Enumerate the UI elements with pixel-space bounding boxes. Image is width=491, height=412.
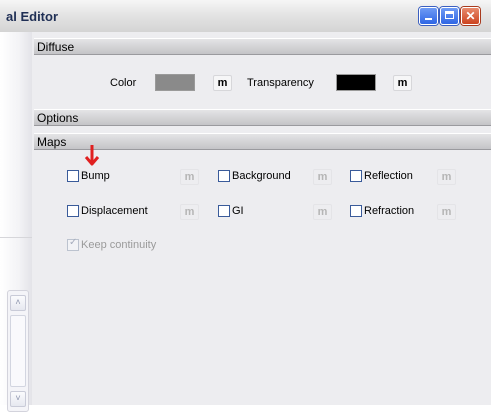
section-header-diffuse[interactable]: Diffuse: [34, 38, 491, 55]
background-checkbox[interactable]: [218, 170, 230, 182]
side-scrollbar[interactable]: ˄ ˅: [7, 290, 29, 412]
bump-checkbox[interactable]: [67, 170, 79, 182]
background-map-button[interactable]: m: [313, 169, 332, 185]
section-header-maps[interactable]: Maps: [34, 133, 491, 150]
close-button[interactable]: ✕: [461, 7, 480, 25]
gi-checkbox[interactable]: [218, 205, 230, 217]
minimize-button[interactable]: [419, 7, 438, 25]
scroll-thumb[interactable]: [10, 315, 26, 387]
color-swatch[interactable]: [155, 74, 195, 91]
refraction-map-button[interactable]: m: [437, 204, 456, 220]
displacement-map-button[interactable]: m: [180, 204, 199, 220]
background-label: Background: [232, 170, 291, 182]
keep-continuity-label: Keep continuity: [81, 239, 157, 251]
color-map-button[interactable]: m: [213, 75, 232, 91]
refraction-checkbox[interactable]: [350, 205, 362, 217]
close-icon: ✕: [465, 9, 476, 23]
left-side-panel: ˄ ˅: [0, 32, 33, 412]
window-title: al Editor: [6, 9, 59, 24]
maximize-button[interactable]: [440, 7, 459, 25]
reflection-label: Reflection: [364, 170, 413, 182]
scroll-up-arrow-icon[interactable]: ˄: [10, 295, 26, 311]
material-editor-panel: Diffuse Color m Transparency m Options M…: [32, 32, 491, 405]
reflection-map-button[interactable]: m: [437, 169, 456, 185]
displacement-label: Displacement: [81, 205, 148, 217]
side-divider: [0, 237, 32, 238]
transparency-label: Transparency: [247, 77, 314, 89]
title-bar: al Editor ✕: [0, 0, 491, 32]
minimize-icon: [425, 18, 432, 20]
red-down-arrow-icon: [84, 145, 100, 166]
gi-map-button[interactable]: m: [313, 204, 332, 220]
transparency-swatch[interactable]: [336, 74, 376, 91]
keep-continuity-checkbox[interactable]: [67, 237, 79, 251]
refraction-label: Refraction: [364, 205, 415, 217]
color-label: Color: [110, 77, 137, 89]
maximize-icon: [445, 11, 454, 19]
bump-map-button[interactable]: m: [180, 169, 199, 185]
transparency-map-button[interactable]: m: [393, 75, 412, 91]
bump-label: Bump: [81, 170, 110, 182]
gi-label: GI: [232, 205, 244, 217]
section-header-options[interactable]: Options: [34, 109, 491, 126]
displacement-checkbox[interactable]: [67, 205, 79, 217]
reflection-checkbox[interactable]: [350, 170, 362, 182]
